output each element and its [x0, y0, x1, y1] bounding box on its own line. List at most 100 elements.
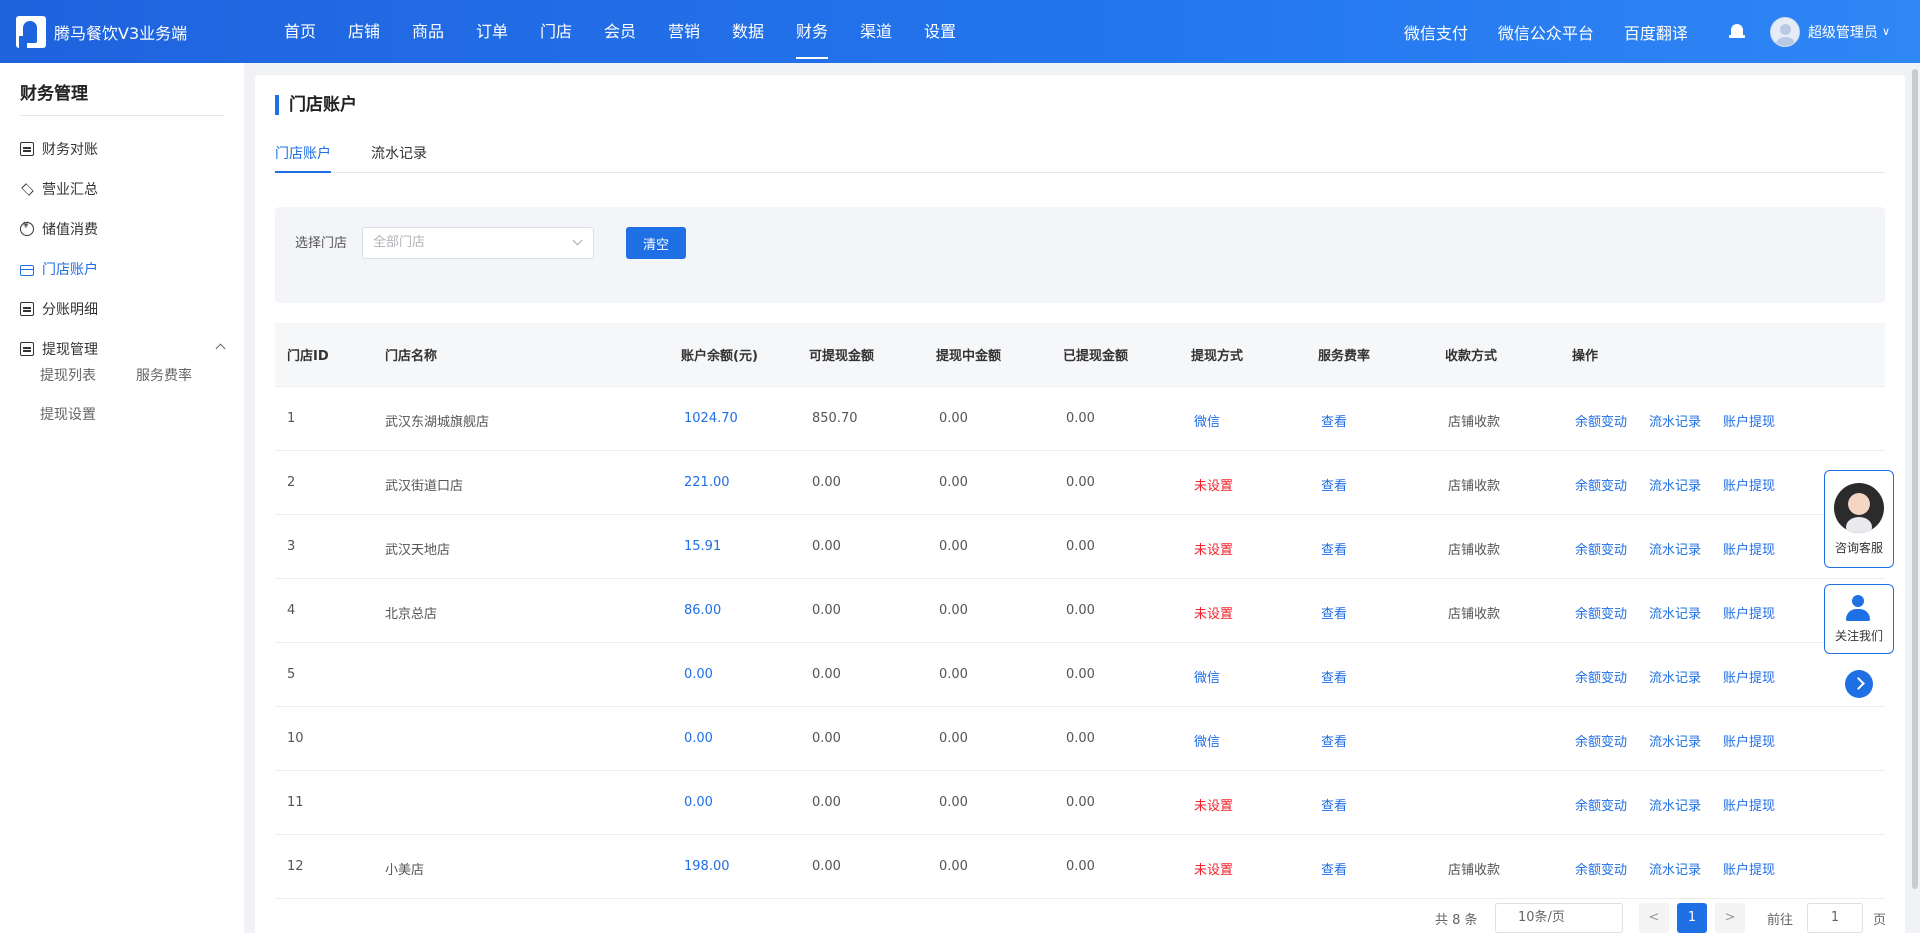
- nav-item-4[interactable]: 门店: [524, 0, 588, 63]
- account-withdraw-link[interactable]: 账户提现: [1723, 475, 1775, 494]
- account-withdraw-link[interactable]: 账户提现: [1723, 859, 1775, 878]
- balance-change-link[interactable]: 余额变动: [1575, 795, 1627, 814]
- bell-icon[interactable]: [1728, 23, 1746, 41]
- sidebar-item-4[interactable]: 分账明细: [20, 297, 224, 321]
- sidebar-item-5[interactable]: 提现管理: [20, 337, 226, 361]
- app-title: 腾马餐饮V3业务端: [54, 24, 188, 43]
- nav-item-0[interactable]: 首页: [268, 0, 332, 63]
- service-fee-link[interactable]: 查看: [1321, 475, 1347, 494]
- nav-item-5[interactable]: 会员: [588, 0, 652, 63]
- service-fee-link[interactable]: 查看: [1321, 795, 1347, 814]
- app-logo[interactable]: 腾马餐饮V3业务端: [16, 16, 187, 48]
- baidu-translate-link[interactable]: 百度翻译: [1624, 20, 1688, 44]
- pending-amount: 0.00: [939, 475, 968, 490]
- account-balance[interactable]: 15.91: [684, 539, 721, 554]
- coin-icon: [20, 221, 34, 236]
- nav-item-3[interactable]: 订单: [460, 0, 524, 63]
- account-withdraw-link[interactable]: 账户提现: [1723, 411, 1775, 430]
- withdraw-method: 未设置: [1194, 799, 1234, 814]
- tab-store-account[interactable]: 门店账户: [275, 143, 331, 173]
- scrollbar-thumb[interactable]: [1912, 69, 1918, 889]
- table-row: 5 0.00 0.00 0.00 0.00 微信 查看 余额变动 流水记录 账户提现: [275, 643, 1885, 707]
- chevron-up-icon: [215, 343, 226, 354]
- pending-amount: 0.00: [939, 411, 968, 426]
- sidebar-item-1[interactable]: 营业汇总: [20, 177, 224, 201]
- user-menu[interactable]: 超级管理员 ∨: [1769, 16, 1890, 47]
- page-scrollbar[interactable]: [1910, 63, 1920, 933]
- flow-records-link[interactable]: 流水记录: [1649, 539, 1701, 558]
- wechat-mp-link[interactable]: 微信公众平台: [1498, 20, 1594, 44]
- account-balance[interactable]: 0.00: [684, 731, 713, 746]
- customer-service-widget[interactable]: 咨询客服: [1824, 470, 1894, 568]
- flow-records-link[interactable]: 流水记录: [1649, 731, 1701, 750]
- account-balance[interactable]: 0.00: [684, 795, 713, 810]
- nav-item-1[interactable]: 店铺: [332, 0, 396, 63]
- account-withdraw-link[interactable]: 账户提现: [1723, 795, 1775, 814]
- collection-method: 店铺收款: [1448, 479, 1501, 494]
- tab-bar: 门店账户 流水记录: [275, 143, 1885, 173]
- sidebar-subitem-2[interactable]: 提现设置: [40, 404, 96, 424]
- account-withdraw-link[interactable]: 账户提现: [1723, 667, 1775, 686]
- nav-item-2[interactable]: 商品: [396, 0, 460, 63]
- withdraw-method: 未设置: [1194, 479, 1234, 494]
- nav-item-7[interactable]: 数据: [716, 0, 780, 63]
- flow-records-link[interactable]: 流水记录: [1649, 795, 1701, 814]
- account-withdraw-link[interactable]: 账户提现: [1723, 539, 1775, 558]
- store-id: 11: [287, 795, 304, 810]
- balance-change-link[interactable]: 余额变动: [1575, 667, 1627, 686]
- balance-change-link[interactable]: 余额变动: [1575, 603, 1627, 622]
- nav-item-9[interactable]: 渠道: [844, 0, 908, 63]
- service-fee-link[interactable]: 查看: [1321, 603, 1347, 622]
- account-balance[interactable]: 198.00: [684, 859, 730, 874]
- main-panel: 门店账户 门店账户 流水记录 选择门店 全部门店 清空 门店ID 门店名称 账户余额…: [255, 75, 1905, 933]
- balance-change-link[interactable]: 余额变动: [1575, 539, 1627, 558]
- account-withdraw-link[interactable]: 账户提现: [1723, 603, 1775, 622]
- page-1-button[interactable]: 1: [1677, 903, 1707, 933]
- service-fee-link[interactable]: 查看: [1321, 731, 1347, 750]
- store-id: 10: [287, 731, 304, 746]
- table-header: 门店ID 门店名称 账户余额(元) 可提现金额 提现中金额 已提现金额 提现方式 服务费率 收款…: [275, 323, 1885, 387]
- service-fee-link[interactable]: 查看: [1321, 859, 1347, 878]
- sidebar-item-2[interactable]: 储值消费: [20, 217, 224, 241]
- store-select[interactable]: 全部门店: [362, 227, 594, 259]
- balance-change-link[interactable]: 余额变动: [1575, 475, 1627, 494]
- nav-item-6[interactable]: 营销: [652, 0, 716, 63]
- clear-button[interactable]: 清空: [626, 227, 686, 259]
- sidebar-subitem-0[interactable]: 提现列表: [40, 365, 96, 385]
- chevron-right-icon[interactable]: [1845, 670, 1873, 698]
- balance-change-link[interactable]: 余额变动: [1575, 411, 1627, 430]
- follow-us-widget[interactable]: 关注我们: [1824, 584, 1894, 654]
- wechat-pay-link[interactable]: 微信支付: [1404, 20, 1468, 44]
- account-balance[interactable]: 1024.70: [684, 411, 738, 426]
- service-fee-link[interactable]: 查看: [1321, 411, 1347, 430]
- flow-records-link[interactable]: 流水记录: [1649, 475, 1701, 494]
- account-balance[interactable]: 0.00: [684, 667, 713, 682]
- account-withdraw-link[interactable]: 账户提现: [1723, 731, 1775, 750]
- flow-records-link[interactable]: 流水记录: [1649, 667, 1701, 686]
- account-balance[interactable]: 221.00: [684, 475, 730, 490]
- store-id: 1: [287, 411, 296, 426]
- tab-flow-records[interactable]: 流水记录: [371, 143, 427, 173]
- account-balance[interactable]: 86.00: [684, 603, 721, 618]
- service-fee-link[interactable]: 查看: [1321, 539, 1347, 558]
- nav-item-10[interactable]: 设置: [908, 0, 972, 63]
- service-fee-link[interactable]: 查看: [1321, 667, 1347, 686]
- nav-item-8[interactable]: 财务: [780, 0, 844, 63]
- collection-method: 店铺收款: [1448, 543, 1501, 558]
- sidebar-item-label: 分账明细: [42, 302, 98, 318]
- flow-records-link[interactable]: 流水记录: [1649, 411, 1701, 430]
- sidebar-subitem-1[interactable]: 服务费率: [136, 365, 192, 385]
- sidebar-item-3[interactable]: 门店账户: [20, 257, 224, 281]
- goto-page-input[interactable]: 1: [1807, 903, 1863, 933]
- flow-records-link[interactable]: 流水记录: [1649, 603, 1701, 622]
- balance-change-link[interactable]: 余额变动: [1575, 859, 1627, 878]
- column-header-8: 收款方式: [1445, 349, 1498, 364]
- sidebar-item-0[interactable]: 财务对账: [20, 137, 224, 161]
- page-size-select[interactable]: 10条/页: [1495, 903, 1623, 933]
- flow-records-link[interactable]: 流水记录: [1649, 859, 1701, 878]
- next-page-button[interactable]: >: [1715, 903, 1745, 933]
- balance-change-link[interactable]: 余额变动: [1575, 731, 1627, 750]
- collection-method: 店铺收款: [1448, 415, 1501, 430]
- prev-page-button[interactable]: <: [1639, 903, 1669, 933]
- avatar: [1769, 16, 1800, 47]
